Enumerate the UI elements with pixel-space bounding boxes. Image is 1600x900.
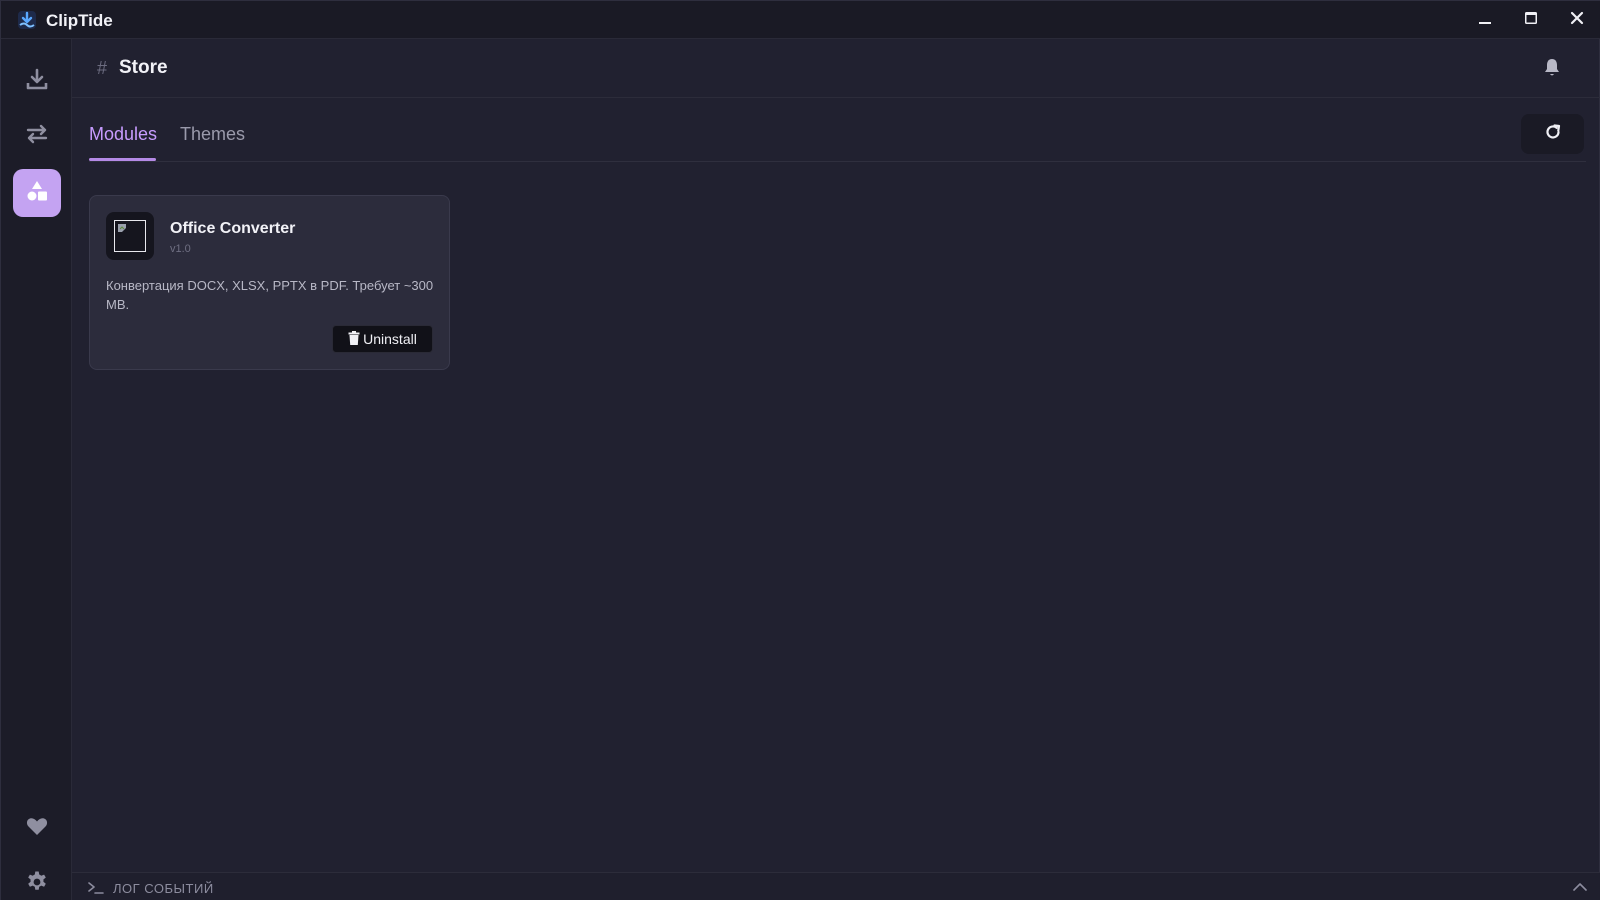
module-description: Конвертация DOCX, XLSX, PPTX в PDF. Треб…	[106, 278, 434, 312]
refresh-icon	[1544, 123, 1562, 146]
page-header: # Store	[72, 39, 1600, 98]
broken-image-icon	[114, 220, 146, 252]
convert-icon	[25, 122, 49, 151]
refresh-button[interactable]	[1521, 114, 1584, 154]
bell-icon[interactable]	[1540, 56, 1564, 80]
gear-icon	[25, 870, 49, 899]
maximize-icon	[1524, 11, 1538, 30]
tab-themes[interactable]: Themes	[180, 124, 245, 145]
active-tab-indicator	[89, 158, 156, 161]
minimize-button[interactable]	[1469, 7, 1501, 33]
page-title: Store	[119, 57, 168, 78]
chevron-up-icon[interactable]	[1570, 879, 1590, 895]
event-log-bar[interactable]: ЛОГ СОБЫТИЙ	[72, 872, 1600, 900]
maximize-button[interactable]	[1515, 7, 1547, 33]
module-name: Office Converter	[170, 220, 296, 237]
app-logo-icon	[17, 10, 37, 30]
close-button[interactable]	[1561, 7, 1593, 33]
uninstall-button[interactable]: Uninstall	[332, 325, 433, 353]
channel-hash: #	[97, 58, 108, 78]
sidebar-item-settings[interactable]	[13, 860, 61, 900]
sidebar-item-support[interactable]	[13, 804, 61, 852]
app-window: ClipTide # Store Modules Themes Office C…	[0, 0, 1600, 900]
minimize-icon	[1478, 11, 1492, 30]
heart-icon	[25, 814, 49, 843]
tab-modules[interactable]: Modules	[89, 124, 157, 145]
sidebar-item-store[interactable]	[13, 169, 61, 217]
title-bar: ClipTide	[1, 1, 1600, 39]
trash-icon	[348, 330, 360, 348]
module-icon	[106, 212, 154, 260]
sidebar	[1, 39, 72, 900]
terminal-icon	[88, 881, 104, 895]
uninstall-label: Uninstall	[363, 331, 417, 347]
close-icon	[1570, 11, 1584, 30]
event-log-label: ЛОГ СОБЫТИЙ	[113, 881, 214, 896]
store-icon	[25, 179, 49, 208]
sidebar-item-converter[interactable]	[13, 112, 61, 160]
store-tabs: Modules Themes	[89, 109, 1586, 162]
sidebar-item-downloads[interactable]	[13, 57, 61, 105]
download-icon	[25, 67, 49, 96]
module-version: v1.0	[170, 243, 191, 255]
module-card: Office Converter v1.0 Конвертация DOCX, …	[89, 195, 450, 370]
app-title: ClipTide	[46, 11, 113, 30]
